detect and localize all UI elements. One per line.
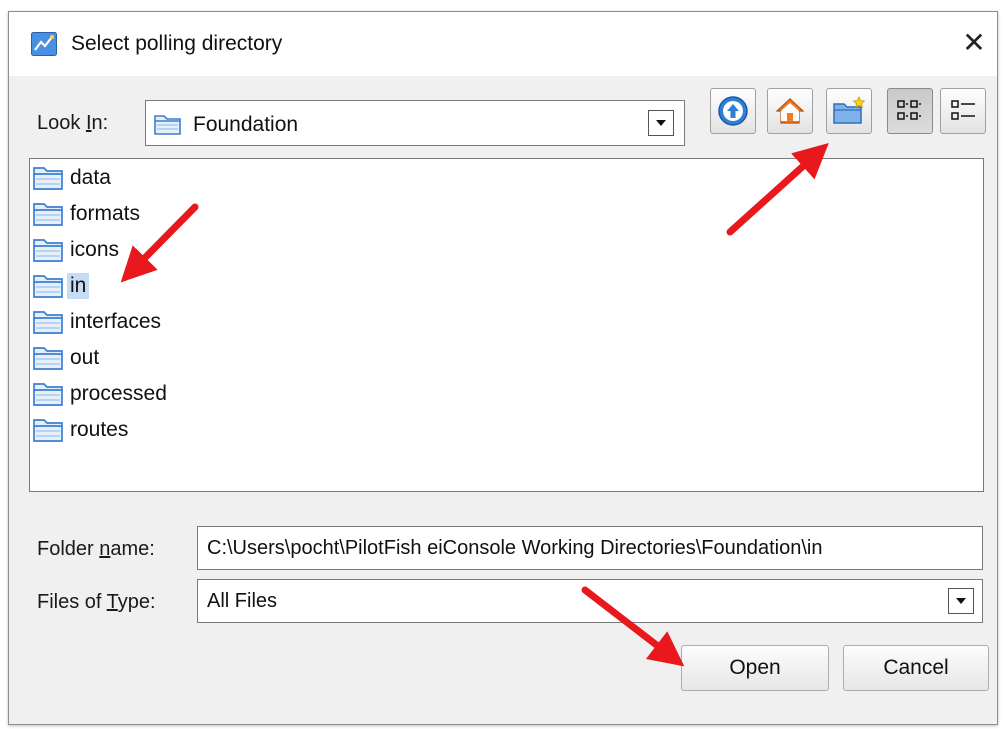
window-title: Select polling directory — [71, 32, 283, 55]
look-in-combobox[interactable]: Foundation — [145, 100, 685, 146]
folder-icon — [33, 203, 63, 226]
home-icon — [775, 98, 805, 124]
folder-name-label: Folder name: — [37, 538, 155, 560]
app-icon — [31, 32, 57, 56]
folder-name: in — [67, 273, 90, 299]
folder-name: interfaces — [70, 310, 162, 333]
look-in-label: Look In: — [37, 112, 109, 134]
list-item[interactable]: processed — [33, 377, 170, 411]
title-bar: Select polling directory ✕ — [9, 12, 997, 76]
folder-name: data — [70, 166, 111, 189]
folder-icon — [33, 239, 63, 262]
folder-icon — [33, 275, 63, 298]
list-view-button[interactable] — [887, 88, 933, 134]
new-folder-button[interactable] — [826, 88, 872, 134]
list-view-icon — [897, 100, 921, 120]
folder-name-field[interactable]: C:\Users\pocht\PilotFish eiConsole Worki… — [197, 526, 983, 570]
folder-name: out — [70, 346, 100, 369]
close-icon[interactable]: ✕ — [957, 26, 991, 60]
folder-name: routes — [70, 418, 129, 441]
folder-icon — [33, 167, 63, 190]
details-view-icon — [951, 100, 975, 120]
folder-icon — [33, 419, 63, 442]
up-one-level-icon — [718, 96, 748, 126]
list-item[interactable]: out — [33, 341, 102, 375]
folder-icon — [33, 311, 63, 334]
folder-name: processed — [70, 382, 167, 405]
folder-icon — [154, 115, 181, 135]
chevron-down-icon[interactable] — [648, 110, 674, 136]
folder-icon — [33, 383, 63, 406]
folder-name-value: C:\Users\pocht\PilotFish eiConsole Worki… — [207, 537, 823, 559]
list-item[interactable]: data — [33, 161, 114, 195]
list-item[interactable]: interfaces — [33, 305, 164, 339]
up-one-level-button[interactable] — [710, 88, 756, 134]
file-list[interactable]: data formats icons in interfaces out pro… — [29, 158, 984, 492]
chevron-down-icon[interactable] — [948, 588, 974, 614]
list-item[interactable]: icons — [33, 233, 122, 267]
files-of-type-value: All Files — [207, 590, 278, 612]
list-item-selected[interactable]: in — [33, 269, 90, 303]
open-button[interactable]: Open — [681, 645, 829, 691]
folder-name: formats — [70, 202, 141, 225]
details-view-button[interactable] — [940, 88, 986, 134]
folder-name: icons — [70, 238, 120, 261]
look-in-value: Foundation — [193, 113, 299, 136]
files-of-type-combobox[interactable]: All Files — [197, 579, 983, 623]
cancel-button[interactable]: Cancel — [843, 645, 989, 691]
home-button[interactable] — [767, 88, 813, 134]
files-of-type-label: Files of Type: — [37, 591, 156, 613]
list-item[interactable]: routes — [33, 413, 131, 447]
folder-icon — [33, 347, 63, 370]
list-item[interactable]: formats — [33, 197, 143, 231]
new-folder-icon — [833, 96, 866, 124]
